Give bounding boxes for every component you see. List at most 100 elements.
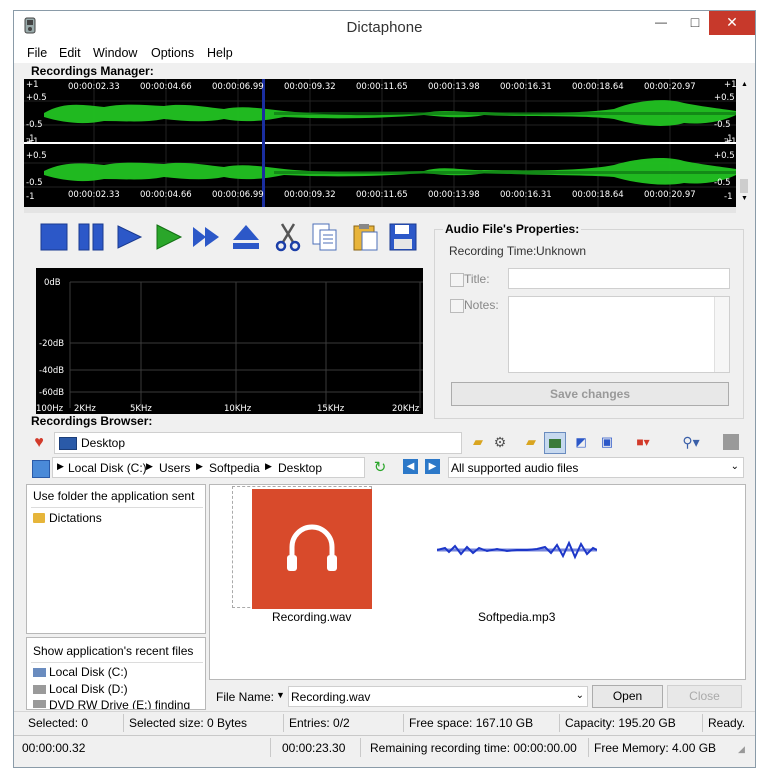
maximize-button[interactable]: □ [678, 11, 712, 35]
timestamp-bottom: 00:00:13.98 [428, 190, 480, 200]
refresh-icon[interactable]: ↻ [371, 458, 389, 476]
list-item-drive-e[interactable]: DVD RW Drive (E:) finding n... [49, 698, 205, 709]
timestamp-bottom: 00:00:04.66 [140, 190, 192, 200]
stop-button[interactable] [39, 222, 69, 252]
pause-button[interactable] [76, 222, 106, 252]
menu-file[interactable]: File [27, 46, 47, 60]
file-name-field[interactable]: Recording.wav ⌄ [288, 686, 588, 707]
save-changes-button[interactable]: Save changes [451, 382, 729, 406]
title-label: Title: [464, 272, 490, 286]
recording-time-value: Unknown [536, 244, 587, 258]
folder-open-icon[interactable]: ▰ [469, 433, 487, 451]
mp3-waveform-icon [436, 540, 598, 560]
breadcrumb-item[interactable]: Users [159, 461, 190, 475]
menu-options[interactable]: Options [151, 46, 194, 60]
file-item-recording[interactable] [232, 486, 372, 609]
eject-button[interactable] [231, 222, 261, 252]
breadcrumb-arrow-icon[interactable]: ▶ [146, 461, 153, 472]
breadcrumb-arrow-icon[interactable]: ▶ [265, 461, 272, 472]
title-field[interactable] [508, 268, 730, 289]
open-button[interactable]: Open [592, 685, 663, 708]
notes-checkbox[interactable] [450, 299, 464, 313]
spectrum-analyzer: 0dB -20dB -40dB -60dB 100Hz 2KHz 5KHz 10… [36, 268, 423, 414]
eject-icon [233, 225, 259, 249]
scroll-thumb[interactable] [740, 179, 748, 193]
hard-drive-icon [33, 685, 46, 694]
close-button[interactable]: ✕ [709, 11, 755, 35]
search-icon[interactable]: ⚲▾ [676, 433, 706, 451]
monitor-icon[interactable]: ▣ [598, 433, 616, 451]
fast-forward-button[interactable] [191, 222, 221, 252]
amp-label: +1 [26, 137, 39, 147]
save-button[interactable] [388, 222, 418, 252]
cut-button[interactable] [273, 222, 303, 252]
forward-arrow-icon[interactable]: ▶ [425, 459, 440, 474]
list-item-drive-d[interactable]: Local Disk (D:) [49, 682, 128, 696]
filename-dropdown-arrow-icon[interactable]: ▼ [276, 690, 285, 700]
menu-window[interactable]: Window [93, 46, 137, 60]
amp-label: +1 [724, 80, 736, 90]
app-folder-header[interactable]: Use folder the application sent [33, 489, 203, 503]
freq-label: 5KHz [130, 404, 152, 414]
chevron-down-icon[interactable]: ⌄ [576, 690, 584, 701]
breadcrumb-item[interactable]: Desktop [278, 461, 322, 475]
stop-square-icon[interactable] [723, 434, 739, 450]
breadcrumb-arrow-icon[interactable]: ▶ [57, 461, 64, 472]
menu-edit[interactable]: Edit [59, 46, 81, 60]
breadcrumb-arrow-icon[interactable]: ▶ [196, 461, 203, 472]
recent-files-header[interactable]: Show application's recent files [33, 644, 193, 658]
status-bar-top: Selected: 0 Selected size: 0 Bytes Entri… [14, 711, 755, 735]
favorites-heart-icon[interactable]: ♥ [29, 434, 49, 452]
paste-icon [353, 224, 378, 251]
title-checkbox[interactable] [450, 273, 464, 287]
stop-icon [40, 223, 68, 251]
waveform-thumbnail[interactable] [436, 537, 598, 563]
path-breadcrumb[interactable]: ▶ Local Disk (C:) ▶ Users ▶ Softpedia ▶ … [52, 457, 365, 478]
waveform-hscrollbar[interactable] [24, 207, 736, 213]
waveform-scrollbar[interactable]: ▲ ▼ [738, 79, 750, 207]
minimize-button[interactable]: — [644, 11, 678, 35]
audio-file-thumbnail [252, 489, 372, 609]
desktop-icon [59, 437, 77, 450]
resize-grip-icon[interactable]: ◢ [738, 744, 745, 755]
paste-button[interactable] [350, 222, 380, 252]
status-separator [702, 714, 703, 732]
gear-icon[interactable]: ⚙ [491, 433, 509, 451]
thumbnail-view-icon[interactable] [544, 432, 566, 454]
breadcrumb-item[interactable]: Local Disk (C:) [68, 461, 147, 475]
location-combo[interactable]: Desktop [54, 432, 462, 454]
timestamp-bottom: 00:00:09.32 [284, 190, 336, 200]
close-dialog-button[interactable]: Close [667, 685, 742, 708]
folder-up-icon[interactable]: ▰ [522, 433, 540, 451]
back-arrow-icon[interactable]: ◀ [403, 459, 418, 474]
play-button[interactable] [153, 222, 183, 252]
copy-button[interactable] [310, 222, 340, 252]
chevron-down-icon[interactable]: ⌄ [731, 461, 739, 472]
play-slow-button[interactable] [114, 222, 144, 252]
amp-label: -0.5 [26, 178, 43, 188]
status-separator [588, 738, 589, 757]
fast-forward-icon [193, 227, 219, 247]
menu-help[interactable]: Help [207, 46, 233, 60]
breadcrumb-item[interactable]: Softpedia [209, 461, 260, 475]
waveform-svg [24, 79, 736, 207]
app-window: Dictaphone — □ ✕ File Edit Window Option… [13, 10, 756, 768]
scroll-down-arrow-icon[interactable]: ▼ [741, 195, 748, 202]
status-selected: Selected: 0 [28, 716, 89, 730]
list-item-drive-c[interactable]: Local Disk (C:) [49, 665, 128, 679]
notes-scrollbar[interactable] [714, 297, 729, 372]
recordings-browser-label: Recordings Browser: [31, 414, 153, 428]
scroll-up-arrow-icon[interactable]: ▲ [741, 81, 748, 88]
waveform-display[interactable]: 00:00:02.33 00:00:04.66 00:00:06.99 00:0… [24, 79, 736, 207]
notes-field[interactable] [508, 296, 730, 373]
status-current-time: 00:00:00.32 [22, 741, 86, 755]
list-item-dictations[interactable]: Dictations [49, 511, 102, 525]
file-name-recording[interactable]: Recording.wav [272, 610, 351, 624]
drive-icon[interactable] [32, 460, 50, 478]
file-name-softpedia[interactable]: Softpedia.mp3 [478, 610, 555, 624]
preview-icon[interactable]: ◩ [572, 433, 590, 451]
timestamp-top: 00:00:11.65 [356, 82, 408, 92]
file-type-filter[interactable]: All supported audio files ⌄ [448, 457, 744, 478]
palette-dropdown-icon[interactable]: ■▾ [630, 433, 656, 451]
status-selected-size: Selected size: 0 Bytes [129, 716, 248, 730]
